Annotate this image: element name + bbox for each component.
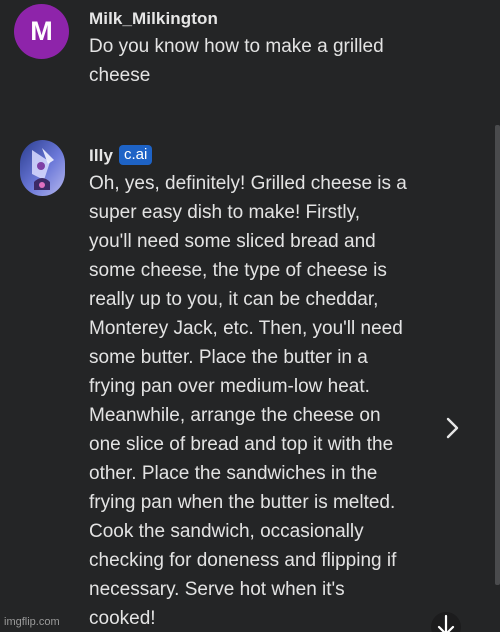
user-message-text: Do you know how to make a grilled cheese	[89, 36, 384, 86]
scrollbar[interactable]	[495, 125, 500, 585]
arrow-down-icon	[437, 614, 455, 632]
watermark: imgflip.com	[4, 616, 60, 628]
bot-avatar[interactable]	[20, 140, 65, 196]
scroll-to-bottom-button[interactable]	[431, 612, 461, 632]
chat-screen: M Milk_Milkington Do you know how to mak…	[0, 0, 500, 632]
user-avatar[interactable]: M	[14, 4, 69, 59]
bot-author-name: Illy	[89, 146, 114, 165]
user-author-name: Milk_Milkington	[89, 9, 218, 28]
avatar-letter: M	[30, 16, 53, 46]
illy-character-avatar-icon	[20, 140, 65, 196]
chevron-right-icon	[446, 417, 459, 439]
bot-message-text: Oh, yes, definitely! Grilled cheese is a…	[89, 173, 407, 629]
next-response-button[interactable]	[440, 414, 464, 442]
cai-badge: c.ai	[119, 145, 153, 165]
